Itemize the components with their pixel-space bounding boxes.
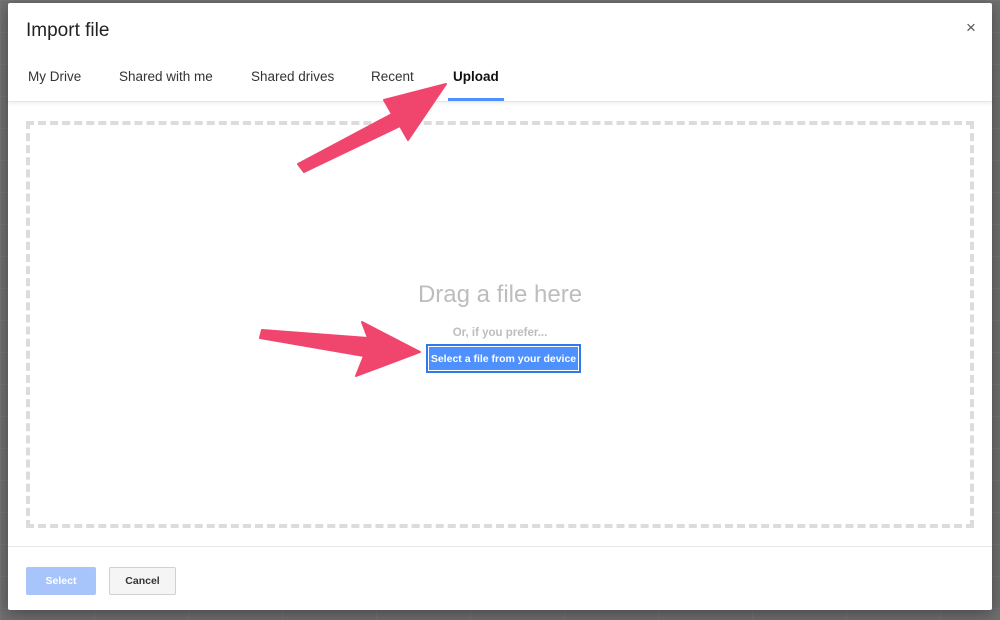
- arrow-annotation-icon: [297, 83, 447, 173]
- arrow-annotation-icon: [259, 321, 421, 377]
- annotation-arrows: [259, 83, 447, 377]
